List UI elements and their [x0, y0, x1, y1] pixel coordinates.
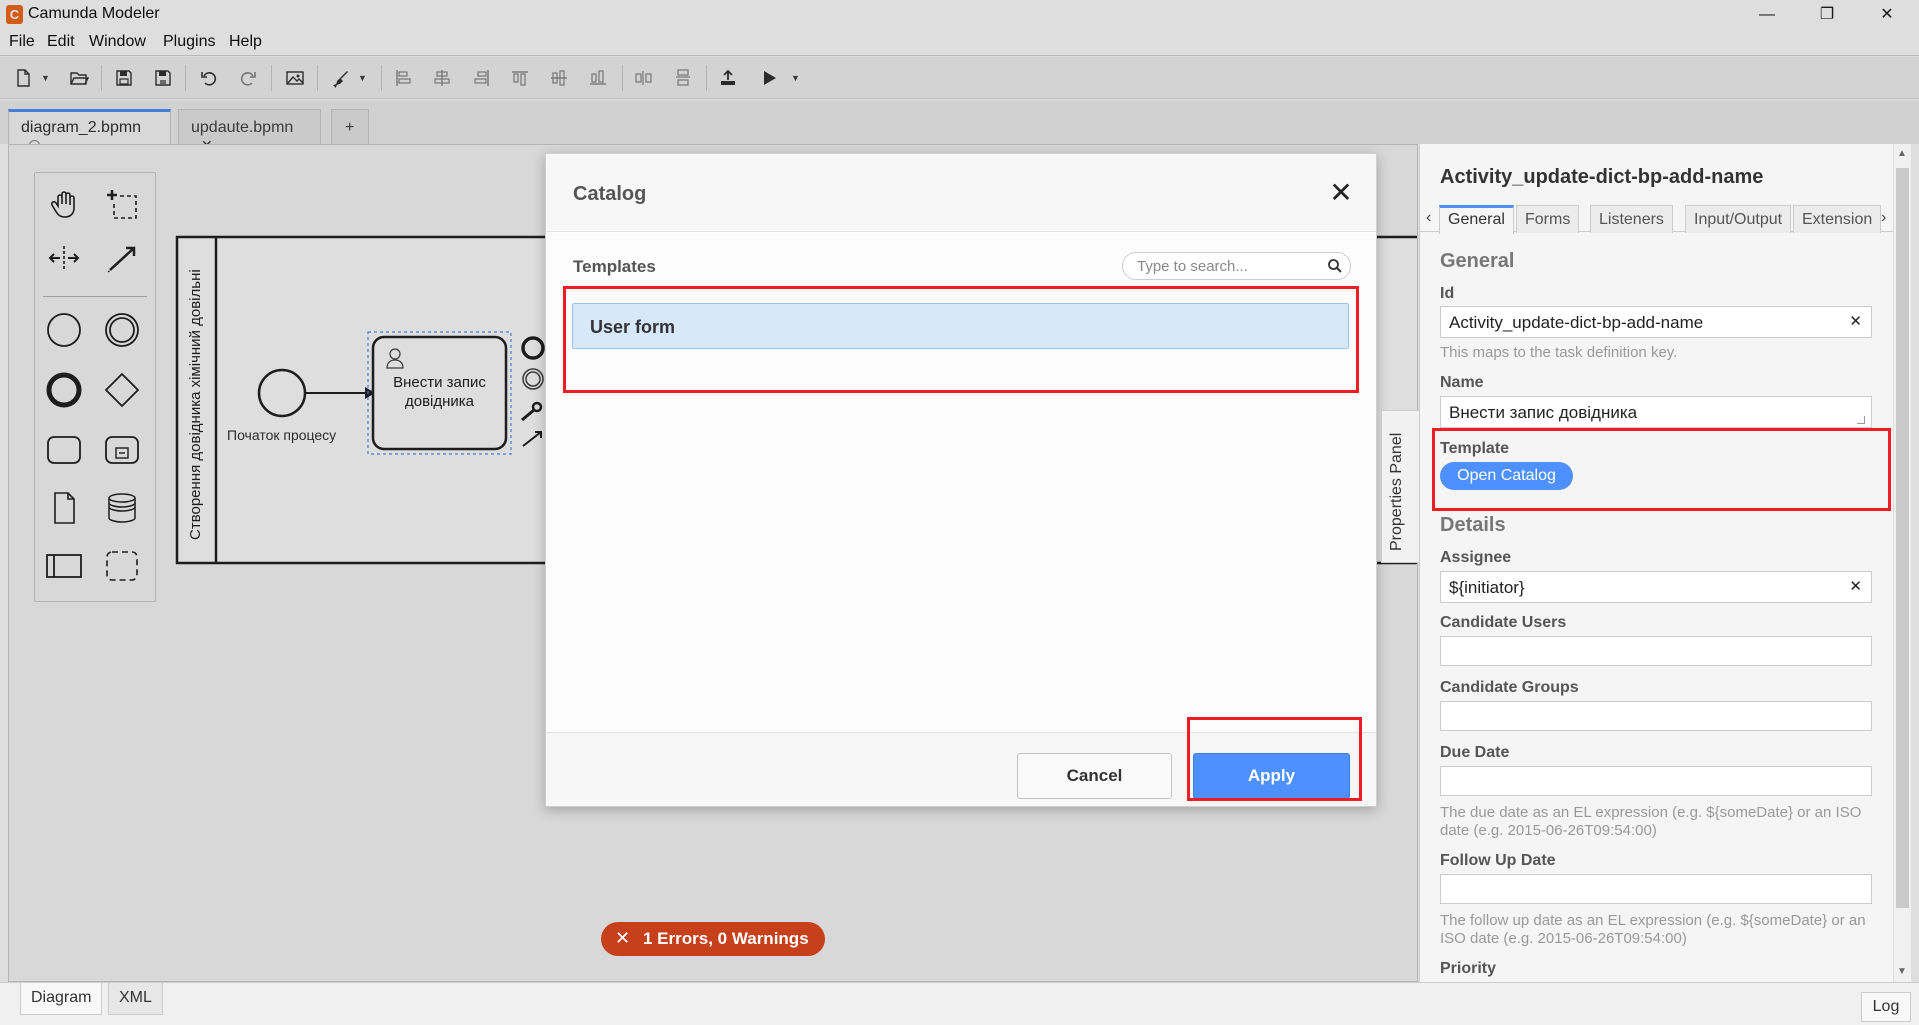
candidate-users-label: Candidate Users — [1440, 614, 1567, 631]
scroll-up-icon[interactable]: ▲ — [1897, 148, 1907, 159]
assignee-field[interactable]: ${initiator} ✕ — [1440, 571, 1872, 603]
element-id-title: Activity_update-dict-bp-add-name — [1440, 166, 1764, 188]
follow-up-date-label: Follow Up Date — [1440, 852, 1556, 869]
properties-scrollbar[interactable]: ▲ ▼ — [1893, 144, 1911, 982]
details-section-title: Details — [1440, 514, 1506, 536]
tabs-scroll-left-icon[interactable]: ‹ — [1426, 209, 1431, 227]
tab-forms[interactable]: Forms — [1516, 205, 1580, 233]
catalog-dialog: Catalog ✕ Templates User form Cancel App… — [545, 153, 1377, 807]
catalog-header: Catalog ✕ — [546, 154, 1376, 232]
properties-panel-toggle[interactable]: Properties Panel — [1381, 410, 1419, 563]
tabs-scroll-right-icon[interactable]: › — [1881, 209, 1886, 227]
tab-general[interactable]: General — [1439, 205, 1514, 234]
follow-up-date-help: The follow up date as an EL expression (… — [1440, 912, 1866, 947]
id-value: Activity_update-dict-bp-add-name — [1449, 313, 1704, 332]
errors-text: 1 Errors, 0 Warnings — [643, 929, 809, 948]
error-icon: ✕ — [615, 928, 631, 948]
due-date-field[interactable] — [1440, 766, 1872, 796]
properties-tabs: ‹ General Forms Listeners Input/Output E… — [1420, 201, 1901, 234]
properties-panel: Activity_update-dict-bp-add-name ‹ Gener… — [1419, 144, 1901, 982]
search-icon[interactable] — [1327, 258, 1343, 274]
close-dialog-icon[interactable]: ✕ — [1324, 176, 1358, 210]
tab-extension[interactable]: Extension — [1793, 205, 1882, 233]
clear-assignee-icon[interactable]: ✕ — [1849, 577, 1862, 595]
id-help: This maps to the task definition key. — [1440, 344, 1678, 361]
resize-grip-icon[interactable] — [1857, 416, 1865, 424]
id-label: Id — [1440, 285, 1455, 302]
templates-label: Templates — [573, 257, 656, 276]
template-search — [1122, 252, 1351, 280]
bottom-bar: Diagram XML Log — [0, 982, 1919, 1025]
highlight-box-templates — [563, 286, 1359, 393]
log-button[interactable]: Log — [1861, 992, 1911, 1022]
name-field[interactable]: Внести запис довідника — [1440, 396, 1872, 428]
id-field[interactable]: Activity_update-dict-bp-add-name ✕ — [1440, 306, 1872, 338]
name-label: Name — [1440, 374, 1484, 391]
cancel-button[interactable]: Cancel — [1017, 753, 1172, 799]
candidate-groups-label: Candidate Groups — [1440, 679, 1579, 696]
due-date-label: Due Date — [1440, 744, 1510, 761]
candidate-groups-field[interactable] — [1440, 701, 1872, 731]
assignee-value: ${initiator} — [1449, 578, 1525, 597]
highlight-box-apply — [1187, 717, 1362, 801]
tab-listeners[interactable]: Listeners — [1590, 205, 1673, 233]
template-search-input[interactable] — [1137, 256, 1327, 276]
assignee-label: Assignee — [1440, 549, 1512, 566]
tab-diagram-view[interactable]: Diagram — [20, 983, 103, 1015]
scroll-down-icon[interactable]: ▼ — [1897, 966, 1907, 977]
properties-panel-toggle-label: Properties Panel — [1388, 432, 1405, 551]
clear-id-icon[interactable]: ✕ — [1849, 312, 1862, 330]
tab-xml-view[interactable]: XML — [108, 983, 163, 1015]
follow-up-date-field[interactable] — [1440, 874, 1872, 904]
scroll-thumb[interactable] — [1896, 168, 1909, 908]
candidate-users-field[interactable] — [1440, 636, 1872, 666]
catalog-title: Catalog — [573, 183, 647, 205]
name-value: Внести запис довідника — [1449, 403, 1638, 422]
general-section-title: General — [1440, 250, 1515, 272]
due-date-help: The due date as an EL expression (e.g. $… — [1440, 804, 1862, 839]
priority-label: Priority — [1440, 960, 1497, 977]
tab-input-output[interactable]: Input/Output — [1685, 205, 1792, 233]
highlight-box-template — [1432, 428, 1891, 511]
errors-badge[interactable]: ✕ 1 Errors, 0 Warnings — [601, 922, 825, 956]
